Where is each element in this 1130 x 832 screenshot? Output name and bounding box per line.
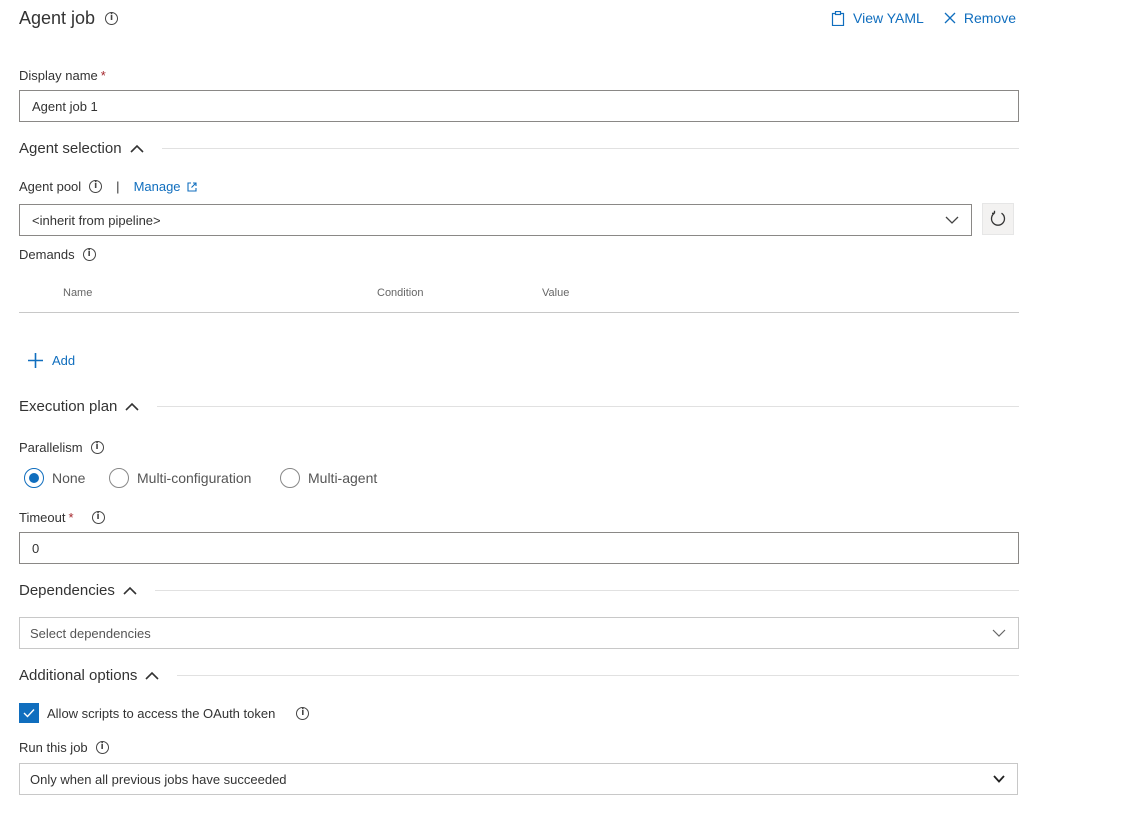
section-divider (161, 148, 1019, 149)
info-icon[interactable]: i (95, 741, 109, 754)
parallelism-label-row: Parallelism i (19, 440, 104, 455)
required-marker: * (68, 510, 74, 525)
chevron-down-icon (992, 629, 1006, 637)
plus-icon (28, 353, 43, 368)
add-label: Add (52, 353, 76, 368)
section-divider (154, 590, 1019, 591)
radio-multi-agent[interactable]: Multi-agent (280, 468, 377, 488)
section-divider (177, 675, 1019, 676)
agent-pool-label-row: Agent pool i | Manage (19, 179, 197, 194)
radio-button-selected[interactable] (24, 468, 44, 488)
add-demand-button[interactable]: Add (27, 352, 75, 369)
separator: | (116, 179, 120, 194)
page-title-row: Agent job i (19, 8, 119, 29)
oauth-label: Allow scripts to access the OAuth token (47, 705, 276, 721)
agent-pool-value: <inherit from pipeline> (32, 212, 161, 228)
execution-plan-section[interactable]: Execution plan (19, 398, 1019, 415)
oauth-checkbox-row: Allow scripts to access the OAuth token … (19, 703, 310, 723)
radio-none-label: None (52, 470, 86, 486)
run-job-label: Run this job (19, 740, 88, 755)
section-divider (157, 406, 1019, 407)
demands-label: Demands (19, 247, 75, 262)
radio-multi-configuration[interactable]: Multi-configuration (109, 468, 251, 488)
page-title: Agent job (19, 8, 96, 28)
display-name-label: Display name (19, 68, 98, 83)
timeout-label-row: Timeout * i (19, 510, 105, 525)
radio-multi-configuration-label: Multi-configuration (137, 470, 252, 486)
display-name-label-row: Display name * (19, 68, 106, 83)
timeout-value: 0 (32, 540, 40, 556)
demands-label-row: Demands i (19, 247, 96, 262)
info-icon[interactable]: i (91, 511, 105, 524)
run-job-select[interactable]: Only when all previous jobs have succeed… (19, 763, 1018, 795)
info-icon[interactable]: i (296, 706, 310, 720)
run-job-value: Only when all previous jobs have succeed… (30, 771, 287, 787)
additional-options-title: Additional options (19, 667, 138, 684)
manage-label: Manage (133, 179, 181, 194)
radio-none[interactable]: None (24, 468, 85, 488)
refresh-icon (990, 210, 1006, 226)
radio-button[interactable] (109, 468, 129, 488)
checkmark-icon (23, 709, 35, 718)
oauth-checkbox[interactable] (19, 703, 39, 723)
display-name-value: Agent job 1 (32, 98, 98, 114)
parallelism-label: Parallelism (19, 440, 83, 455)
header-actions: View YAML Remove (831, 10, 1016, 26)
execution-plan-title: Execution plan (19, 398, 118, 415)
timeout-input[interactable]: 0 (19, 532, 1019, 564)
dependencies-section[interactable]: Dependencies (19, 582, 1019, 599)
clipboard-icon (831, 10, 845, 26)
timeout-label: Timeout (19, 510, 66, 525)
info-icon[interactable]: i (89, 180, 103, 193)
demands-table-header: Name Condition Value (19, 272, 1019, 313)
remove-label: Remove (963, 10, 1016, 26)
dependencies-title: Dependencies (19, 582, 115, 599)
chevron-up-icon (145, 671, 159, 680)
run-job-label-row: Run this job i (19, 740, 109, 755)
chevron-up-icon (125, 402, 139, 411)
chevron-down-icon (945, 216, 959, 224)
close-icon (944, 12, 956, 24)
manage-link[interactable]: Manage (134, 179, 197, 194)
agent-pool-label: Agent pool (19, 179, 82, 194)
additional-options-section[interactable]: Additional options (19, 667, 1019, 684)
external-link-icon (186, 181, 197, 192)
dependencies-select[interactable]: Select dependencies (19, 617, 1019, 649)
info-icon[interactable]: i (90, 441, 104, 454)
display-name-input[interactable]: Agent job 1 (19, 90, 1019, 122)
required-marker: * (100, 68, 106, 83)
column-name: Name (63, 287, 93, 299)
agent-pool-select[interactable]: <inherit from pipeline> (19, 204, 972, 236)
chevron-up-icon (130, 144, 144, 153)
radio-multi-agent-label: Multi-agent (308, 470, 378, 486)
remove-button[interactable]: Remove (944, 10, 1016, 26)
column-condition: Condition (377, 287, 424, 299)
view-yaml-button[interactable]: View YAML (831, 10, 924, 26)
agent-selection-title: Agent selection (19, 140, 122, 157)
info-icon[interactable]: i (105, 12, 119, 25)
agent-selection-section[interactable]: Agent selection (19, 140, 1019, 157)
radio-button[interactable] (280, 468, 300, 488)
view-yaml-label: View YAML (853, 10, 924, 26)
chevron-down-icon (993, 775, 1005, 783)
column-value: Value (542, 287, 570, 299)
info-icon[interactable]: i (82, 248, 96, 261)
chevron-up-icon (123, 586, 137, 595)
dependencies-placeholder: Select dependencies (30, 625, 151, 641)
refresh-button[interactable] (982, 203, 1014, 235)
